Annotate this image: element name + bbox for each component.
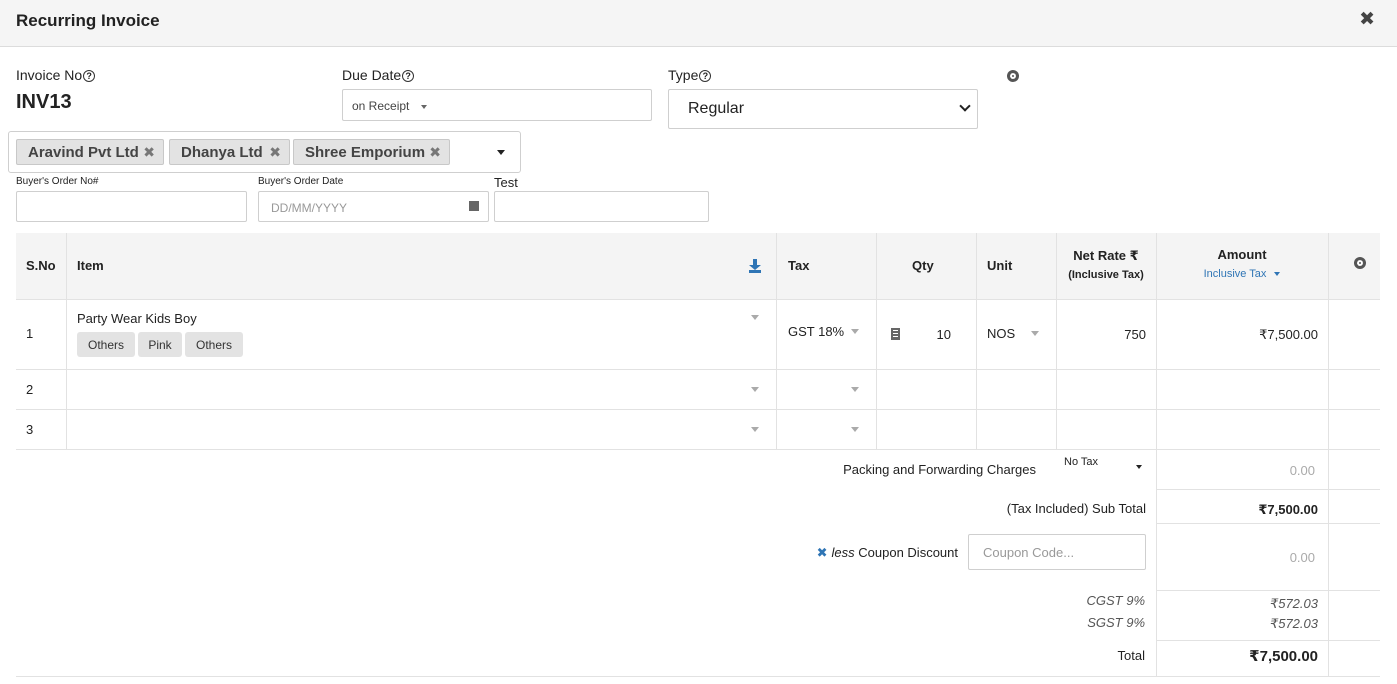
coupon-discount-value: 0.00 <box>1289 550 1315 565</box>
caret-down-icon[interactable] <box>851 427 859 432</box>
buyer-chip: Shree Emporium ✖ <box>293 139 450 165</box>
help-icon[interactable]: ? <box>83 70 96 82</box>
header-unit: Unit <box>987 258 1013 273</box>
sgst-value: ₹572.03 <box>1269 616 1318 631</box>
caret-down-icon[interactable] <box>1031 331 1039 336</box>
due-date-select[interactable]: on Receipt <box>342 89 652 121</box>
tax-select[interactable]: GST 18% <box>788 324 844 339</box>
caret-down-icon[interactable] <box>751 315 759 320</box>
packing-charges-label: Packing and Forwarding Charges <box>843 462 1036 477</box>
total-label: Total <box>1117 648 1145 663</box>
invoice-no-label: Invoice No? <box>16 67 96 83</box>
row-sno: 3 <box>26 422 34 437</box>
chevron-down-icon <box>959 100 971 112</box>
buyer-order-date-input[interactable]: DD/MM/YYYY <box>258 191 489 222</box>
gear-icon[interactable] <box>1354 257 1366 269</box>
rate-input[interactable]: 750 <box>1056 327 1146 342</box>
caret-down-icon <box>1136 465 1142 469</box>
remove-icon[interactable]: ✖ <box>429 144 441 161</box>
buyer-multiselect[interactable]: Aravind Pvt Ltd ✖ Dhanya Ltd ✖ Shree Empor… <box>8 131 521 173</box>
buyer-order-date-label: Buyer's Order Date <box>258 176 344 187</box>
caret-down-icon <box>1274 272 1281 277</box>
gear-icon[interactable] <box>1007 70 1019 82</box>
packing-tax-select[interactable]: No Tax <box>1064 456 1146 482</box>
header-net-rate-sub: (Inclusive Tax) <box>1068 269 1144 281</box>
row-sno: 1 <box>26 326 34 341</box>
coupon-discount-label: ✖ less Coupon Discount <box>816 545 958 560</box>
header-qty: Qty <box>912 258 934 273</box>
remove-icon[interactable]: ✖ <box>143 144 155 161</box>
amount-value: ₹7,500.00 <box>1259 327 1318 342</box>
caret-down-icon[interactable] <box>851 329 859 334</box>
header-net-rate: Net Rate ₹ <box>1073 248 1139 263</box>
invoice-no-value: INV13 <box>16 91 72 113</box>
coupon-code-input[interactable]: Coupon Code... <box>968 534 1146 570</box>
item-attribute: Others <box>185 332 243 357</box>
help-icon[interactable]: ? <box>699 70 712 82</box>
header-sno: S.No <box>26 258 56 273</box>
caret-down-icon[interactable] <box>751 427 759 432</box>
buyer-order-no-label: Buyer's Order No# <box>16 176 99 187</box>
subtotal-value: ₹7,500.00 <box>1258 502 1318 517</box>
item-name[interactable]: Party Wear Kids Boy <box>77 311 197 326</box>
cgst-label: CGST 9% <box>1086 593 1145 608</box>
unit-select[interactable]: NOS <box>987 326 1015 341</box>
remove-coupon-icon[interactable]: ✖ <box>817 545 828 560</box>
item-attribute: Pink <box>138 332 182 357</box>
header-tax: Tax <box>788 258 810 273</box>
help-icon[interactable]: ? <box>402 70 415 82</box>
buyer-chip: Aravind Pvt Ltd ✖ <box>16 139 164 165</box>
qty-input[interactable]: 10 <box>896 327 951 342</box>
row-sno: 2 <box>26 382 34 397</box>
calendar-icon <box>469 201 479 211</box>
amount-tax-mode-select[interactable]: Inclusive Tax <box>1156 268 1328 280</box>
sgst-label: SGST 9% <box>1087 615 1145 630</box>
dialog-header: Recurring Invoice ✖ <box>0 0 1397 47</box>
download-icon[interactable] <box>749 259 761 273</box>
dialog-title: Recurring Invoice <box>16 11 160 30</box>
due-date-label: Due Date? <box>342 67 415 83</box>
header-item: Item <box>77 258 104 273</box>
item-attribute: Others <box>77 332 135 357</box>
cgst-value: ₹572.03 <box>1269 596 1318 611</box>
buyer-chip: Dhanya Ltd ✖ <box>169 139 290 165</box>
caret-down-icon <box>420 104 427 109</box>
test-input[interactable] <box>494 191 709 222</box>
caret-down-icon[interactable] <box>851 387 859 392</box>
caret-down-icon[interactable] <box>497 150 505 155</box>
close-icon[interactable]: ✖ <box>1359 10 1375 30</box>
type-label: Type? <box>668 67 712 83</box>
packing-charges-input[interactable]: 0.00 <box>1160 463 1315 478</box>
table-header <box>16 233 1380 299</box>
header-amount: Amount <box>1217 247 1267 262</box>
caret-down-icon[interactable] <box>751 387 759 392</box>
type-select[interactable]: Regular <box>668 89 978 129</box>
test-label: Test <box>494 175 518 190</box>
total-value: ₹7,500.00 <box>1249 648 1318 665</box>
buyer-order-no-input[interactable] <box>16 191 247 222</box>
remove-icon[interactable]: ✖ <box>269 144 281 161</box>
subtotal-label: (Tax Included) Sub Total <box>1006 501 1146 516</box>
